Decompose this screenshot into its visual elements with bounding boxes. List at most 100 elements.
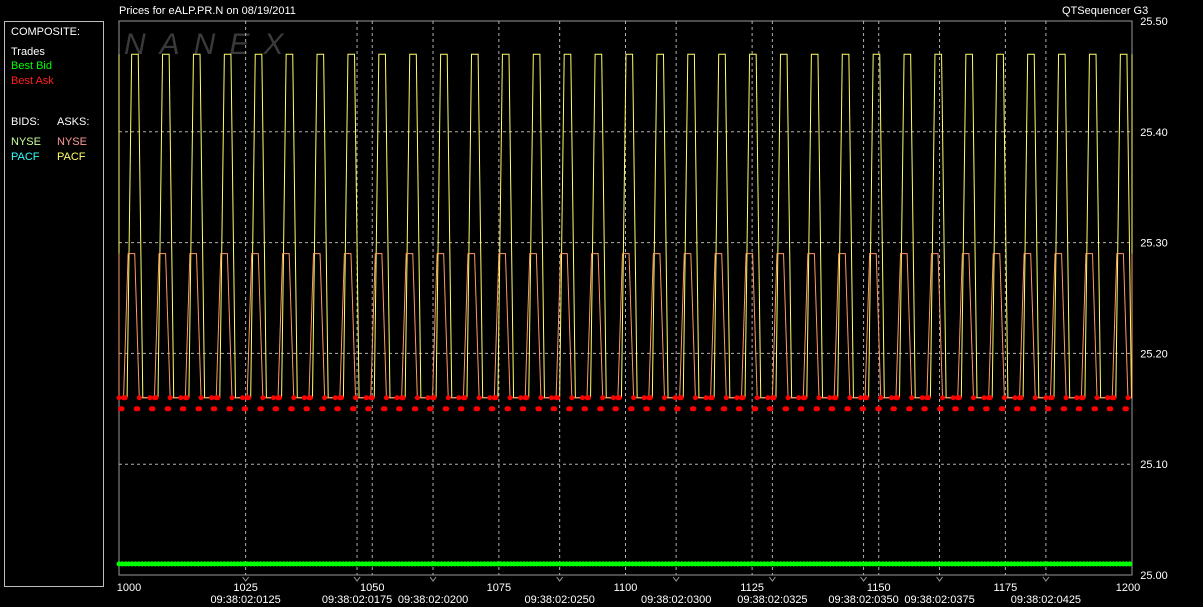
best-ask-marker bbox=[616, 395, 622, 401]
best-ask-marker bbox=[212, 406, 218, 412]
best-ask-marker bbox=[785, 395, 791, 401]
best-ask-marker bbox=[181, 406, 187, 412]
best-ask-marker bbox=[984, 406, 990, 412]
best-ask-marker bbox=[166, 406, 172, 412]
y-tick-label: 25.20 bbox=[1140, 348, 1168, 360]
best-ask-marker bbox=[940, 395, 946, 401]
best-ask-marker bbox=[830, 406, 836, 412]
x-tick-label: 1200 bbox=[1116, 582, 1140, 594]
best-ask-marker bbox=[675, 406, 681, 412]
y-tick-label: 25.30 bbox=[1140, 238, 1168, 250]
best-ask-marker bbox=[227, 406, 233, 412]
best-ask-marker bbox=[301, 395, 307, 401]
best-ask-marker bbox=[229, 395, 235, 401]
y-tick-label: 25.00 bbox=[1140, 570, 1168, 582]
best-ask-marker bbox=[462, 395, 468, 401]
best-ask-marker bbox=[1123, 406, 1129, 412]
best-ask-marker bbox=[291, 395, 297, 401]
watermark: NANEX bbox=[124, 28, 297, 61]
best-ask-marker bbox=[1111, 395, 1117, 401]
best-ask-marker bbox=[258, 406, 264, 412]
best-ask-marker bbox=[861, 406, 867, 412]
price-chart: NANEX 25.50 25.40 25.30 25.20 25.10 25.00 1000… bbox=[116, 16, 1168, 606]
best-ask-marker bbox=[413, 406, 419, 412]
best-ask-marker bbox=[740, 395, 746, 401]
best-ask-marker bbox=[394, 395, 400, 401]
best-ask-marker bbox=[858, 395, 864, 401]
best-ask-marker bbox=[925, 395, 931, 401]
best-ask-marker bbox=[678, 395, 684, 401]
time-tick bbox=[556, 576, 564, 582]
x-tick-label: 1000 bbox=[117, 582, 141, 594]
best-ask-marker bbox=[363, 395, 369, 401]
best-ask-marker bbox=[538, 395, 544, 401]
best-ask-marker bbox=[240, 395, 246, 401]
best-ask-marker bbox=[307, 395, 313, 401]
best-ask-marker bbox=[1062, 406, 1068, 412]
best-ask-marker bbox=[569, 395, 575, 401]
best-ask-marker bbox=[692, 395, 698, 401]
best-ask-marker bbox=[876, 406, 882, 412]
time-tick bbox=[936, 576, 943, 582]
best-ask-marker bbox=[1043, 395, 1049, 401]
best-ask-marker bbox=[425, 395, 431, 401]
best-ask-marker bbox=[1105, 395, 1111, 401]
best-ask-marker bbox=[383, 395, 389, 401]
best-ask-marker bbox=[184, 395, 190, 401]
best-ask-marker bbox=[907, 406, 913, 412]
best-ask-marker bbox=[332, 395, 338, 401]
time-tick bbox=[768, 576, 776, 582]
best-ask-marker bbox=[956, 395, 962, 401]
best-ask-marker bbox=[582, 406, 588, 412]
time-label: 09:38:02:0425 bbox=[1011, 594, 1081, 606]
y-tick-label: 25.40 bbox=[1140, 127, 1168, 139]
best-ask-marker bbox=[122, 395, 128, 401]
best-ask-marker bbox=[938, 406, 944, 412]
best-ask-marker bbox=[845, 406, 851, 412]
best-ask-marker bbox=[366, 406, 372, 412]
best-ask-marker bbox=[119, 406, 125, 412]
best-ask-marker bbox=[734, 395, 740, 401]
best-ask-marker bbox=[150, 406, 156, 412]
best-ask-marker bbox=[147, 395, 153, 401]
best-ask-marker bbox=[1015, 406, 1021, 412]
best-ask-marker bbox=[802, 395, 808, 401]
best-ask-marker bbox=[672, 395, 678, 401]
best-ask-marker bbox=[320, 406, 326, 412]
best-ask-marker bbox=[981, 395, 987, 401]
best-ask-marker bbox=[816, 395, 822, 401]
best-ask-marker bbox=[703, 395, 709, 401]
best-ask-marker bbox=[796, 395, 802, 401]
x-tick-label: 1025 bbox=[233, 582, 257, 594]
best-ask-marker bbox=[116, 395, 122, 401]
best-ask-marker bbox=[709, 395, 715, 401]
best-ask-marker bbox=[428, 406, 434, 412]
best-ask-marker bbox=[1080, 395, 1086, 401]
best-ask-marker bbox=[400, 395, 406, 401]
best-ask-marker bbox=[737, 406, 743, 412]
best-bid-marker bbox=[1127, 561, 1133, 567]
best-ask-marker bbox=[524, 395, 530, 401]
best-ask-marker bbox=[246, 395, 252, 401]
best-ask-marker bbox=[878, 395, 884, 401]
x-tick-label: 1150 bbox=[867, 582, 891, 594]
best-ask-marker bbox=[660, 406, 666, 412]
best-ask-marker bbox=[456, 395, 462, 401]
best-ask-marker bbox=[771, 395, 777, 401]
best-ask-marker bbox=[431, 395, 437, 401]
best-ask-marker bbox=[338, 395, 344, 401]
best-ask-marker bbox=[567, 406, 573, 412]
time-label: 09:38:02:0325 bbox=[737, 594, 807, 606]
best-ask-marker bbox=[598, 406, 604, 412]
best-ask-marker bbox=[1001, 395, 1007, 401]
time-label: 09:38:02:0300 bbox=[641, 594, 711, 606]
axis-layer: 25.50 25.40 25.30 25.20 25.10 25.00 1000 1025 10… bbox=[117, 16, 1168, 606]
best-ask-marker bbox=[827, 395, 833, 401]
best-ask-marker bbox=[1077, 406, 1083, 412]
best-ask-marker bbox=[475, 406, 481, 412]
time-label: 09:38:02:0125 bbox=[210, 594, 280, 606]
best-ask-marker bbox=[969, 406, 975, 412]
best-ask-marker bbox=[197, 406, 203, 412]
best-ask-marker bbox=[243, 406, 249, 412]
best-ask-marker bbox=[555, 395, 561, 401]
